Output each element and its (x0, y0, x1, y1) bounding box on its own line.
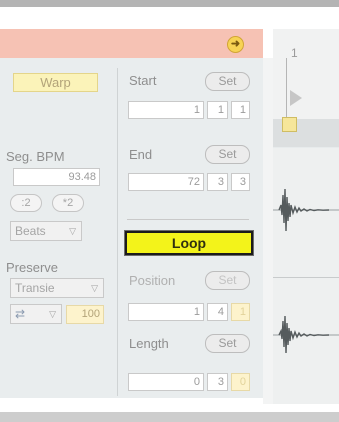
bar-number: 1 (291, 46, 298, 60)
column-divider (117, 68, 118, 396)
waveform-right-channel (273, 315, 339, 354)
end-beat-field[interactable]: 3 (207, 173, 228, 191)
start-sixteenth-field[interactable]: 1 (231, 101, 250, 119)
length-set-button[interactable]: Set (205, 334, 250, 353)
play-marker-icon[interactable] (290, 90, 302, 106)
position-bar-field[interactable]: 1 (128, 303, 204, 321)
seg-bpm-label: Seg. BPM (6, 149, 65, 164)
waveform-left-channel (273, 188, 339, 232)
top-border (0, 0, 339, 7)
bottom-border (0, 412, 339, 422)
end-set-button[interactable]: Set (205, 145, 250, 164)
chevron-down-icon: ▽ (49, 309, 56, 319)
channel-divider (273, 277, 339, 278)
loop-button[interactable]: Loop (124, 230, 254, 256)
length-bar-field[interactable]: 0 (128, 373, 204, 391)
preserve-select[interactable]: Transie ▽ (10, 278, 104, 298)
seg-bpm-field[interactable]: 93.48 (13, 168, 100, 186)
bar-marker-line (286, 58, 287, 118)
warp-mode-value: Beats (15, 224, 46, 238)
position-label: Position (129, 273, 176, 288)
chevron-down-icon: ▽ (69, 226, 76, 236)
halve-tempo-button[interactable]: :2 (10, 194, 42, 212)
loop-mode-icon: ⇄ (15, 307, 26, 321)
length-beat-field[interactable]: 3 (207, 373, 228, 391)
clip-header-bar (0, 29, 263, 58)
loop-start-marker[interactable] (282, 117, 297, 132)
position-beat-field[interactable]: 4 (207, 303, 228, 321)
double-tempo-button[interactable]: *2 (52, 194, 84, 212)
start-set-button[interactable]: Set (205, 72, 250, 91)
arrow-right-icon[interactable]: ➜ (227, 36, 244, 53)
length-sixteenth-field[interactable]: 0 (231, 373, 250, 391)
start-bar-field[interactable]: 1 (128, 101, 204, 119)
length-label: Length (129, 336, 169, 351)
end-label: End (129, 147, 153, 162)
preserve-label: Preserve (6, 260, 59, 275)
chevron-down-icon: ▽ (91, 283, 98, 293)
end-bar-field[interactable]: 72 (128, 173, 204, 191)
loop-mode-percent-field[interactable]: 100 (66, 305, 104, 324)
start-beat-field[interactable]: 1 (207, 101, 228, 119)
position-sixteenth-field[interactable]: 1 (231, 303, 250, 321)
loop-mode-select[interactable]: ⇄ ▽ (10, 304, 62, 324)
panel-gutter (263, 58, 273, 404)
end-sixteenth-field[interactable]: 3 (231, 173, 250, 191)
position-set-button[interactable]: Set (205, 271, 250, 290)
start-label: Start (129, 73, 157, 88)
preserve-value: Transie (15, 281, 55, 295)
loop-separator (127, 219, 249, 220)
warp-button[interactable]: Warp (13, 73, 98, 92)
warp-mode-select[interactable]: Beats ▽ (10, 221, 82, 241)
